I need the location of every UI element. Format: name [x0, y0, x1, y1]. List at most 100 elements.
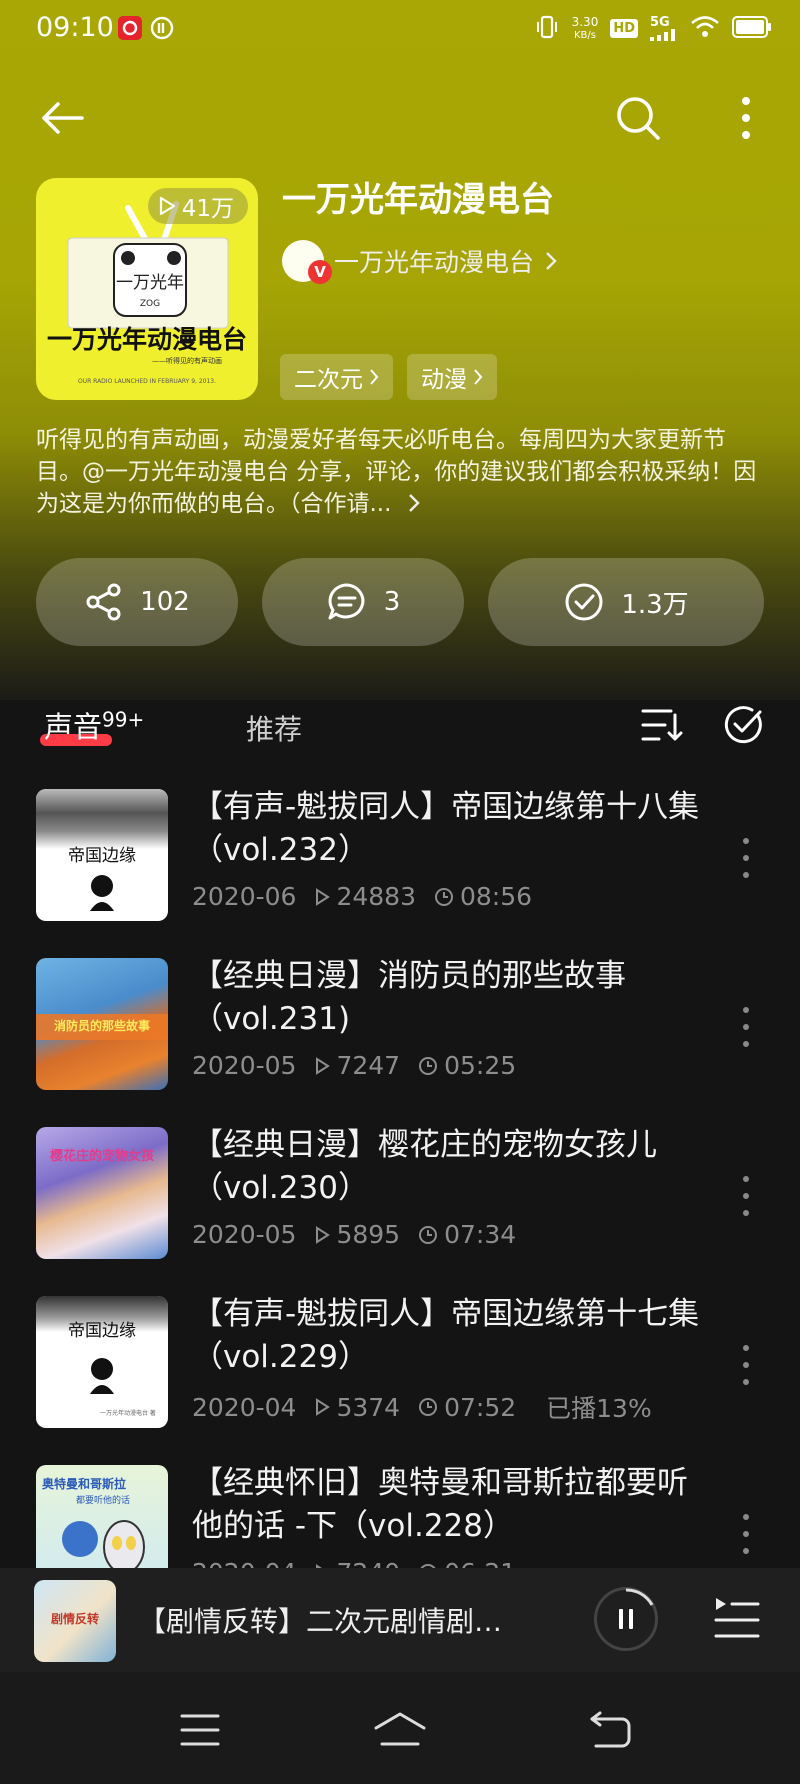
search-icon[interactable] [608, 88, 668, 148]
back-icon[interactable] [580, 1700, 640, 1760]
episode-meta: 2020-05 7247 05:25 [192, 1051, 516, 1080]
play-count: 5895 [336, 1220, 401, 1249]
tab-sounds[interactable]: 声音99+ [44, 704, 144, 746]
sort-icon[interactable] [638, 702, 684, 748]
episode-date: 2020-05 [192, 1220, 297, 1249]
signal-strength-icon: 5G [650, 16, 678, 41]
check-circle-icon [565, 583, 603, 621]
pause-button[interactable] [594, 1587, 658, 1651]
app-notification-icon [150, 16, 174, 40]
network-speed: 3.30 KB/s [571, 14, 599, 41]
owner-link[interactable]: V 一万光年动漫电台 [282, 238, 558, 284]
svg-text:ZOG: ZOG [140, 299, 160, 309]
owner-name: 一万光年动漫电台 [334, 248, 535, 277]
play-count: 7240 [336, 1558, 400, 1568]
list-item[interactable]: 帝国边缘 一万光年动漫电台 著 【有声-魁拔同人】帝国边缘第十七集（vol.22… [0, 1279, 800, 1439]
chevron-right-icon [474, 369, 483, 385]
battery-icon [732, 16, 772, 41]
vibrate-icon [534, 14, 560, 43]
more-vertical-icon[interactable] [716, 88, 776, 148]
duration: 05:25 [444, 1051, 517, 1080]
more-vertical-icon[interactable] [736, 1345, 756, 1385]
episode-thumbnail: 消防员的那些故事 [36, 958, 168, 1090]
home-icon[interactable] [370, 1700, 430, 1760]
play-icon [316, 887, 331, 906]
list-item[interactable]: 消防员的那些故事 【经典日漫】消防员的那些故事（vol.231) 2020-05… [0, 941, 800, 1101]
top-nav-bar [0, 78, 800, 158]
episode-meta: 2020-04 7240 06:21 [192, 1558, 516, 1568]
more-vertical-icon[interactable] [736, 1514, 756, 1554]
play-icon [316, 1225, 331, 1244]
clock-icon [419, 1398, 438, 1416]
chevron-right-icon [370, 369, 379, 385]
episode-meta: 2020-04 5374 07:52 已播13% [192, 1389, 652, 1425]
avatar: V [282, 240, 332, 284]
back-arrow-icon[interactable] [32, 88, 92, 148]
duration: 07:52 [444, 1392, 517, 1422]
action-bar: 102 3 1.3万 [36, 558, 764, 646]
now-playing-thumbnail: 剧情反转 [34, 1580, 116, 1662]
chevron-right-icon [546, 252, 557, 270]
play-count: 5374 [336, 1392, 401, 1422]
status-time: 09:10 [36, 12, 114, 43]
batch-select-icon[interactable] [720, 702, 766, 748]
tab-recommend[interactable]: 推荐 [246, 708, 302, 748]
episode-date: 2020-04 [192, 1392, 297, 1422]
episode-title: 【经典怀旧】奥特曼和哥斯拉都要听他的话 -下（vol.228） [192, 1465, 688, 1544]
clock-icon [419, 1225, 438, 1244]
now-playing-title: 【剧情反转】二次元剧情剧… [138, 1605, 503, 1638]
clock-icon [435, 887, 453, 906]
tag-anime-2d[interactable]: 二次元 [280, 354, 393, 400]
episode-title: 【有声-魁拔同人】帝国边缘第十八集（vol.232） [192, 789, 700, 868]
album-description[interactable]: 听得见的有声动画，动漫爱好者每天必听电台。每周四为大家更新节目。@一万光年动漫电… [36, 424, 766, 520]
list-item[interactable]: 樱花庄的宠物女孩 【经典日漫】樱花庄的宠物女孩儿（vol.230） 2020-0… [0, 1110, 800, 1270]
netease-music-icon [118, 16, 142, 40]
cover-subtitle: ——听得见的有声动画 [152, 357, 222, 365]
playlist-icon[interactable] [712, 1594, 762, 1644]
more-vertical-icon[interactable] [736, 838, 756, 878]
episode-meta: 2020-06 24883 08:56 [192, 882, 532, 911]
share-icon [86, 583, 121, 621]
svg-text:一万光年: 一万光年 [116, 273, 184, 293]
play-icon [316, 1056, 331, 1075]
more-vertical-icon[interactable] [736, 1007, 756, 1047]
system-navigation-bar [0, 1672, 800, 1784]
list-item[interactable]: 帝国边缘 【有声-魁拔同人】帝国边缘第十八集（vol.232） 2020-06 … [0, 772, 800, 932]
episode-date: 2020-05 [192, 1051, 297, 1080]
episode-thumbnail: 奥特曼和哥斯拉 都要听他的话 [36, 1465, 168, 1568]
comment-icon [328, 583, 365, 620]
duration: 07:34 [444, 1220, 517, 1249]
episode-title: 【经典日漫】樱花庄的宠物女孩儿（vol.230） [192, 1127, 657, 1206]
episode-list: 帝国边缘 【有声-魁拔同人】帝国边缘第十八集（vol.232） 2020-06 … [0, 772, 800, 1568]
episode-date: 2020-04 [192, 1558, 296, 1568]
tag-anime[interactable]: 动漫 [407, 354, 497, 400]
clock-icon [419, 1056, 438, 1075]
episode-title: 【有声-魁拔同人】帝国边缘第十七集（vol.229） [192, 1296, 700, 1375]
more-vertical-icon[interactable] [736, 1176, 756, 1216]
album-cover[interactable]: 一万光年 ZOG 41万 一万光年动漫电台 ——听得见的有声动画 OUR RAD… [36, 178, 258, 400]
album-title: 一万光年动漫电台 [282, 180, 554, 220]
comment-button[interactable]: 3 [262, 558, 464, 646]
verified-badge: V [308, 260, 332, 284]
episode-title: 【经典日漫】消防员的那些故事（vol.231) [192, 958, 626, 1037]
play-progress: 已播13% [546, 1394, 652, 1423]
content-tabs: 声音99+ 推荐 [0, 700, 800, 760]
sound-count-badge: 99+ [102, 707, 145, 732]
menu-icon[interactable] [170, 1700, 230, 1760]
list-item[interactable]: 奥特曼和哥斯拉 都要听他的话 【经典怀旧】奥特曼和哥斯拉都要听他的话 -下（vo… [0, 1448, 800, 1568]
wifi-icon [690, 15, 720, 42]
share-button[interactable]: 102 [36, 558, 238, 646]
chevron-right-icon [408, 494, 420, 512]
status-bar: 09:10 3.30 KB/s HD 5G [0, 0, 800, 62]
episode-meta: 2020-05 5895 07:34 [192, 1220, 516, 1249]
episode-thumbnail: 帝国边缘 一万光年动漫电台 著 [36, 1296, 168, 1428]
progress-ring [625, 1588, 654, 1606]
cover-footer: OUR RADIO LAUNCHED IN FEBRUARY 9, 2013. [77, 378, 217, 385]
duration: 06:21 [444, 1558, 516, 1568]
play-count-badge: 41万 [147, 188, 248, 224]
mini-player[interactable]: 剧情反转 【剧情反转】二次元剧情剧… [0, 1568, 800, 1672]
episode-date: 2020-06 [192, 882, 297, 911]
subscribe-button[interactable]: 1.3万 [488, 558, 764, 646]
episode-thumbnail: 帝国边缘 [36, 789, 168, 921]
play-icon [316, 1398, 331, 1416]
